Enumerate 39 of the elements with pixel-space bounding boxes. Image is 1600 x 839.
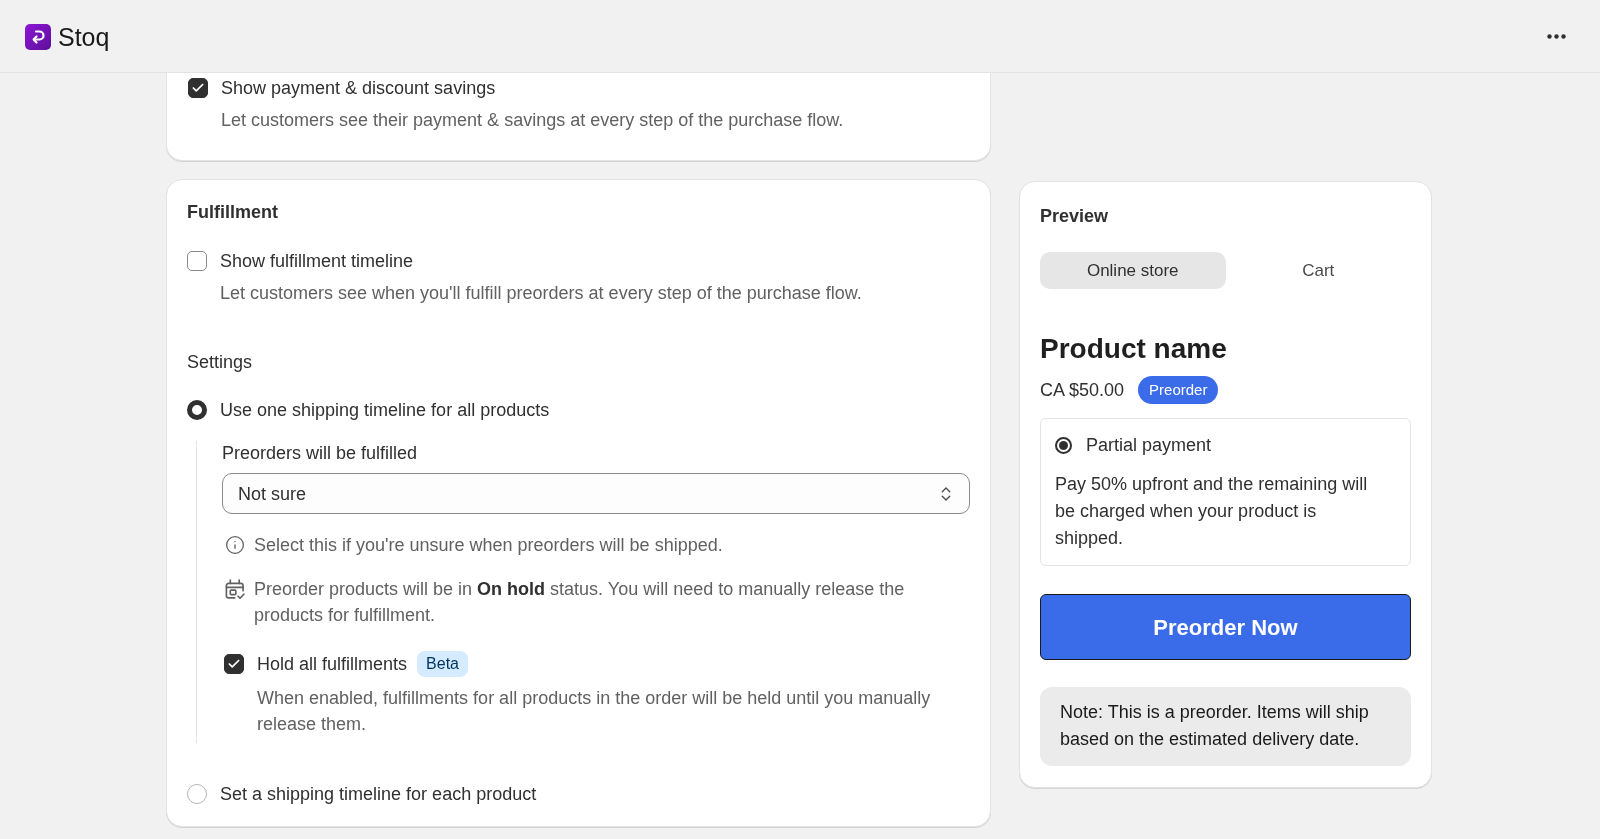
subsection-title: Settings bbox=[187, 351, 254, 374]
logo-icon bbox=[25, 24, 51, 50]
section-title: Fulfillment bbox=[187, 201, 279, 224]
product-name: Product name bbox=[1040, 332, 1228, 366]
preorder-now-button[interactable]: Preorder Now bbox=[1040, 594, 1411, 660]
field-label: Preorders will be fulfilled bbox=[222, 442, 419, 465]
check-icon bbox=[191, 81, 205, 95]
check-icon bbox=[227, 657, 241, 671]
calendar-check-icon bbox=[225, 579, 245, 599]
radio-button[interactable] bbox=[187, 400, 207, 420]
checkbox[interactable] bbox=[187, 251, 207, 271]
checkbox-label: Show fulfillment timeline bbox=[220, 250, 414, 273]
checkbox-label: Show payment & discount savings bbox=[221, 77, 496, 100]
select-value: Not sure bbox=[238, 482, 307, 506]
payment-description: Pay 50% upfront and the remaining will be charged when your product is shipped. bbox=[1055, 473, 1369, 550]
radio-button[interactable] bbox=[1055, 436, 1072, 454]
radio-label: Set a shipping timeline for each product bbox=[220, 783, 537, 806]
app-name: Stoq bbox=[58, 24, 110, 50]
radio-label: Partial payment bbox=[1086, 434, 1212, 457]
checkbox[interactable] bbox=[188, 78, 208, 98]
beta-badge: Beta bbox=[417, 651, 468, 677]
checkbox[interactable] bbox=[224, 654, 244, 674]
preview-tab[interactable]: Cart bbox=[1225, 252, 1411, 289]
select-field[interactable]: Not sure bbox=[222, 473, 970, 514]
ellipsis-icon bbox=[1546, 33, 1566, 39]
description-text: Let customers see when you'll fulfill preorders at every step of the purchase flow. bbox=[220, 282, 863, 305]
preorder-note: Note: This is a preorder. Items will ship based on the estimated delivery date. bbox=[1040, 687, 1411, 766]
preview-tab[interactable]: Online store bbox=[1040, 252, 1226, 289]
product-price: CA $50.00 bbox=[1040, 379, 1125, 402]
description-text: Let customers see their payment & savings at every step of the purchase flow. bbox=[221, 109, 845, 132]
radio-button[interactable] bbox=[187, 784, 207, 804]
preorder-badge: Preorder bbox=[1138, 376, 1219, 404]
help-text: Preorder products will be in On hold status. You will need to manually release the products for fulfillment. bbox=[254, 578, 906, 627]
preview-title: Preview bbox=[1040, 205, 1110, 228]
radio-label: Use one shipping timeline for all products bbox=[220, 399, 550, 422]
description-text: When enabled, fulfillments for all products in the order will be held until you manually release them. bbox=[257, 687, 932, 736]
checkbox-label: Hold all fulfillments bbox=[257, 653, 408, 676]
info-icon bbox=[225, 535, 245, 555]
help-text: Select this if you're unsure when preorders will be shipped. bbox=[254, 534, 723, 557]
